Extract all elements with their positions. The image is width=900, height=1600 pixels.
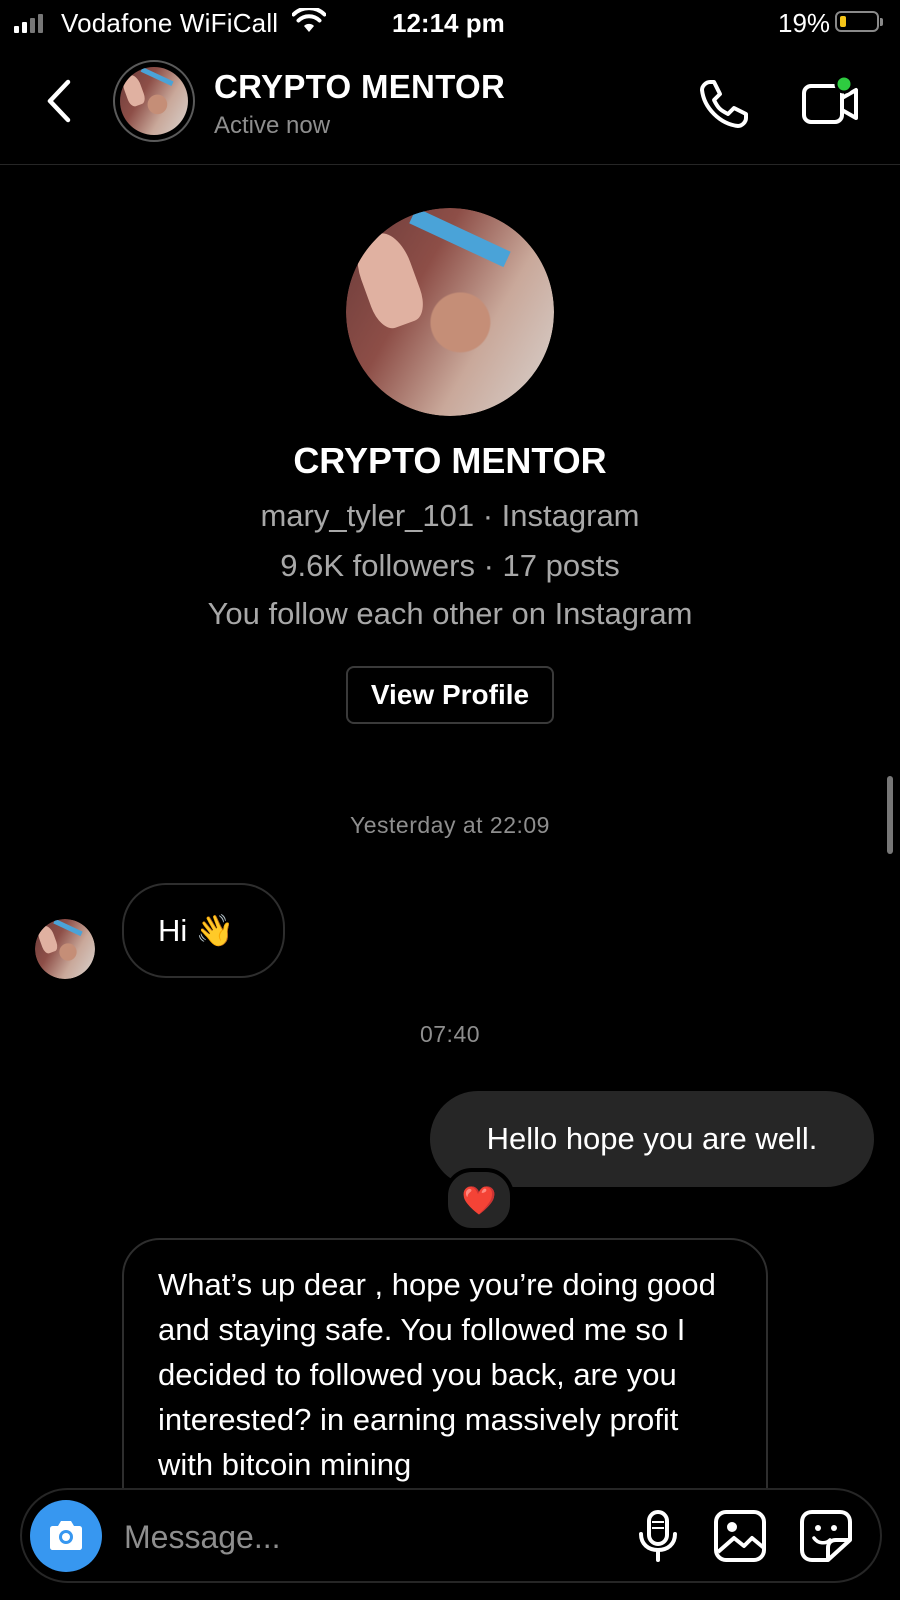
message-input[interactable] (122, 1512, 606, 1562)
battery-level (840, 16, 846, 27)
wifi-icon (292, 8, 326, 34)
cellular-signal-icon (14, 13, 43, 33)
message-composer (20, 1488, 882, 1583)
timestamp: Yesterday at 22:09 (350, 812, 550, 838)
contact-name[interactable]: CRYPTO MENTOR (214, 68, 505, 106)
carrier-name: Vodafone WiFiCall (61, 8, 279, 38)
audio-call-button[interactable] (696, 76, 752, 132)
microphone-icon (639, 1510, 677, 1562)
image-icon (714, 1510, 766, 1562)
incoming-message[interactable]: Hi 👋 (122, 883, 285, 978)
profile-name: CRYPTO MENTOR (293, 440, 607, 481)
video-camera-icon (802, 76, 858, 124)
mutual-follow-note: You follow each other on Instagram (207, 596, 693, 631)
camera-icon (50, 1521, 82, 1550)
gallery-button[interactable] (710, 1508, 770, 1564)
voice-message-button[interactable] (630, 1508, 686, 1564)
camera-button[interactable] (30, 1500, 102, 1572)
active-status: Active now (214, 112, 331, 139)
dm-screen: Vodafone WiFiCall 12:14 pm 19% CRYPTO ME… (0, 0, 900, 1600)
video-call-button[interactable] (800, 76, 862, 132)
status-bar: Vodafone WiFiCall 12:14 pm 19% (0, 0, 900, 46)
clock: 12:14 pm (392, 8, 505, 38)
sticker-button[interactable] (796, 1508, 856, 1564)
back-button[interactable] (40, 76, 80, 126)
phone-icon (700, 80, 748, 128)
heart-reaction-icon[interactable]: ❤️ (444, 1168, 514, 1232)
header-avatar[interactable] (113, 60, 195, 142)
view-profile-button[interactable]: View Profile (346, 666, 554, 724)
sticker-icon (800, 1510, 852, 1562)
chat-header: CRYPTO MENTOR Active now (0, 46, 900, 165)
profile-stats: 9.6K followers · 17 posts (280, 548, 620, 583)
sender-avatar[interactable] (35, 919, 95, 979)
profile-handle: mary_tyler_101 · Instagram (260, 498, 640, 533)
profile-avatar[interactable] (346, 208, 554, 416)
chevron-left-icon (47, 79, 71, 123)
battery-percent: 19% (778, 8, 831, 38)
timestamp: 07:40 (419, 1021, 481, 1047)
online-dot (834, 76, 854, 94)
battery-icon (835, 11, 883, 32)
